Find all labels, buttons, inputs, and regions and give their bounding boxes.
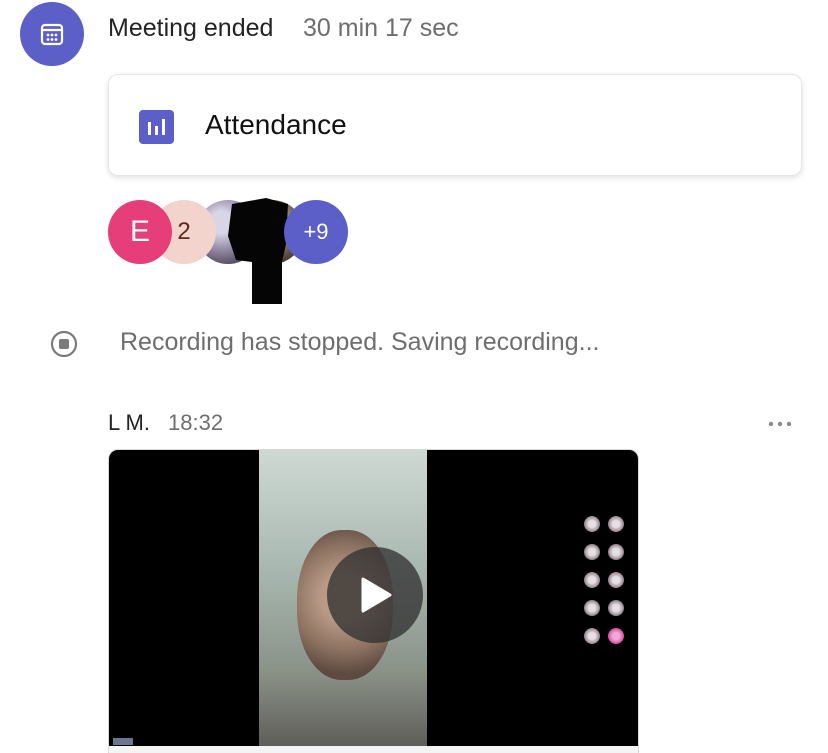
participant-avatar[interactable]: E: [108, 200, 172, 264]
more-options-button[interactable]: [762, 414, 798, 434]
participant-thumb: [608, 516, 624, 532]
message-timestamp: 18:32: [168, 410, 224, 435]
bar-chart-icon: [139, 110, 174, 144]
calendar-icon: [40, 23, 64, 46]
recording-status-text: Recording has stopped. Saving recording.…: [120, 328, 600, 356]
attendance-label: Attendance: [205, 109, 347, 140]
redaction-mark: [228, 198, 288, 304]
stop-record-icon: [50, 330, 78, 358]
meeting-duration: 30 min 17 sec: [303, 14, 459, 42]
video-card-footer: [109, 746, 638, 753]
meeting-calendar-icon: [20, 2, 84, 66]
recording-video-card[interactable]: [108, 449, 639, 753]
participant-thumb: [584, 516, 600, 532]
participant-thumb: [584, 544, 600, 560]
participant-thumb: [608, 572, 624, 588]
participant-thumb: [608, 544, 624, 560]
play-icon: [361, 577, 392, 613]
more-participants-badge[interactable]: +9: [284, 200, 348, 264]
play-button[interactable]: [327, 547, 423, 643]
more-options-icon: [768, 421, 792, 427]
meeting-ended-title: Meeting ended: [108, 14, 274, 42]
message-sender: L M.: [108, 410, 150, 435]
attendance-card[interactable]: Attendance: [108, 74, 802, 176]
participant-thumb: [608, 628, 624, 644]
participant-thumb: [608, 600, 624, 616]
video-corner-tag: [113, 738, 133, 745]
participant-thumb: [584, 572, 600, 588]
participant-thumb: [584, 628, 600, 644]
participant-thumb: [584, 600, 600, 616]
video-participant-strip: [574, 508, 632, 658]
